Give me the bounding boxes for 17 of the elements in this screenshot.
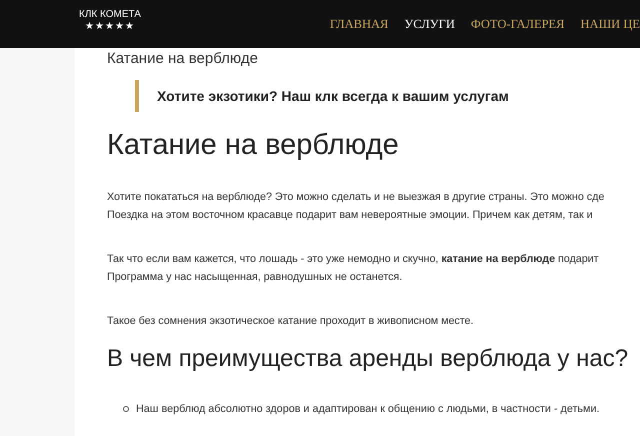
nav-link[interactable]: ГЛАВНАЯ <box>330 17 388 32</box>
logo-link[interactable]: КЛК КОМЕТА <box>79 9 141 21</box>
paragraph-line: Программа у нас насыщенная, равнодушных не останется. <box>107 270 404 285</box>
section-heading: В чем преимущества аренды верблюда у нас? <box>107 344 630 374</box>
quote-text: Хотите экзотики? Наш клк всегда к вашим услугам <box>157 87 510 105</box>
page-heading: Катание на верблюде <box>107 128 400 162</box>
paragraph-line: Так что если вам кажется, что лошадь - это уже немодно и скучно, катание на верблюде подарит <box>107 252 600 267</box>
paragraph-line: Хотите покататься на верблюде? Это можно сделать и не выезжая в другие страны. Это можно сде <box>107 190 606 205</box>
nav-link[interactable]: НАШИ ЦЕ <box>580 17 640 32</box>
list-item-text: Наш верблюд абсолютно здоров и адаптирован к общению с людьми, в частности - детьми. <box>136 402 600 417</box>
logo-stars: ★★★★★ <box>84 21 135 32</box>
paragraph-line: Такое без сомнения экзотическое катание проходит в живописном месте. <box>107 314 474 329</box>
paragraph-line: Поездка на этом восточном красавце подарит вам невероятные эмоции. Причем как детям, так и <box>107 208 594 223</box>
nav-link[interactable]: ФОТО-ГАЛЕРЕЯ <box>470 17 565 32</box>
nav-link[interactable]: УСЛУГИ <box>404 17 455 32</box>
bullet-icon <box>123 406 129 412</box>
page-title: Катание на верблюде <box>107 50 259 68</box>
